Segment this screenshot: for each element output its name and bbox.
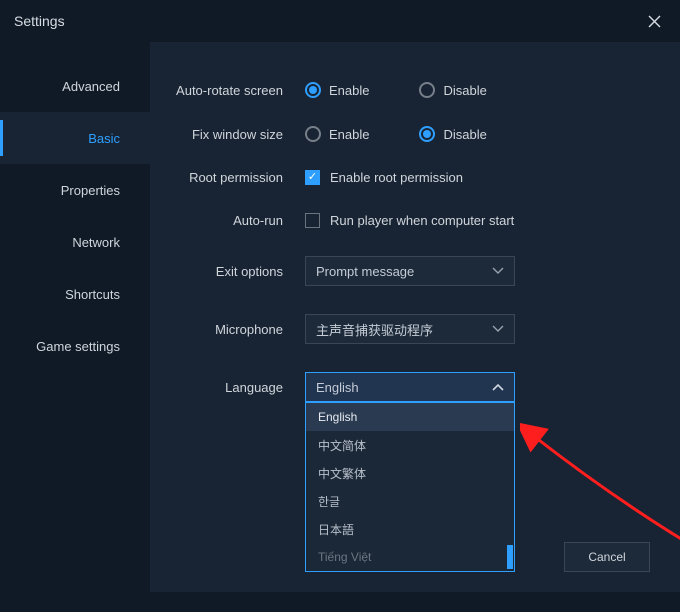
sidebar-item-label: Game settings (36, 339, 120, 354)
label-microphone: Microphone (160, 322, 305, 337)
sidebar-item-properties[interactable]: Properties (0, 164, 150, 216)
sidebar-item-label: Advanced (62, 79, 120, 94)
titlebar: Settings (0, 0, 680, 42)
select-language[interactable]: English English 中文简体 中文繁体 한글 日本語 Tiếng V… (305, 372, 515, 402)
select-microphone[interactable]: 主声音捕获驱动程序 (305, 314, 515, 344)
sidebar-item-label: Network (72, 235, 120, 250)
row-auto-rotate: Auto-rotate screen Enable Disable (160, 82, 650, 98)
window-title: Settings (14, 13, 65, 29)
dropdown-item-japanese[interactable]: 日本語 (306, 515, 514, 543)
label-root: Root permission (160, 170, 305, 185)
sidebar-item-game-settings[interactable]: Game settings (0, 320, 150, 372)
checkbox-icon (305, 213, 320, 228)
checkbox-label: Enable root permission (330, 170, 463, 185)
label-autorun: Auto-run (160, 213, 305, 228)
dropdown-item-vietnamese[interactable]: Tiếng Việt (306, 543, 514, 571)
dropdown-item-zh-simplified[interactable]: 中文简体 (306, 431, 514, 459)
radio-auto-rotate-enable[interactable]: Enable (305, 82, 369, 98)
sidebar-item-label: Basic (88, 131, 120, 146)
radio-icon (305, 126, 321, 142)
label-auto-rotate: Auto-rotate screen (160, 83, 305, 98)
dropdown-scrollbar-thumb[interactable] (507, 545, 513, 569)
radio-icon (305, 82, 321, 98)
sidebar: Advanced Basic Properties Network Shortc… (0, 42, 150, 592)
sidebar-item-advanced[interactable]: Advanced (0, 60, 150, 112)
row-fix-window: Fix window size Enable Disable (160, 126, 650, 142)
row-autorun: Auto-run Run player when computer start (160, 213, 650, 228)
radio-label: Enable (329, 83, 369, 98)
row-exit: Exit options Prompt message (160, 256, 650, 286)
checkbox-icon (305, 170, 320, 185)
row-language: Language English English 中文简体 中文繁体 한글 日本… (160, 372, 650, 402)
radio-label: Enable (329, 127, 369, 142)
chevron-down-icon (492, 267, 504, 275)
radio-fix-window-enable[interactable]: Enable (305, 126, 369, 142)
sidebar-item-basic[interactable]: Basic (0, 112, 150, 164)
checkbox-autorun[interactable]: Run player when computer start (305, 213, 514, 228)
sidebar-item-label: Properties (61, 183, 120, 198)
radio-fix-window-disable[interactable]: Disable (419, 126, 486, 142)
select-value: English (316, 380, 359, 395)
sidebar-item-network[interactable]: Network (0, 216, 150, 268)
checkbox-root[interactable]: Enable root permission (305, 170, 463, 185)
label-exit: Exit options (160, 264, 305, 279)
radio-auto-rotate-disable[interactable]: Disable (419, 82, 486, 98)
close-icon (648, 15, 661, 28)
language-dropdown: English 中文简体 中文繁体 한글 日本語 Tiếng Việt (305, 402, 515, 572)
radio-icon (419, 126, 435, 142)
label-language: Language (160, 380, 305, 395)
radio-icon (419, 82, 435, 98)
settings-panel: Auto-rotate screen Enable Disable Fix wi… (150, 42, 680, 592)
sidebar-item-shortcuts[interactable]: Shortcuts (0, 268, 150, 320)
row-root: Root permission Enable root permission (160, 170, 650, 185)
dropdown-item-zh-traditional[interactable]: 中文繁体 (306, 459, 514, 487)
checkbox-label: Run player when computer start (330, 213, 514, 228)
close-button[interactable] (642, 9, 666, 33)
select-value: 主声音捕获驱动程序 (316, 320, 433, 339)
dropdown-item-english[interactable]: English (306, 403, 514, 431)
select-exit-options[interactable]: Prompt message (305, 256, 515, 286)
radio-label: Disable (443, 83, 486, 98)
select-value: Prompt message (316, 264, 414, 279)
chevron-up-icon (492, 383, 504, 391)
dropdown-item-korean[interactable]: 한글 (306, 487, 514, 515)
chevron-down-icon (492, 325, 504, 333)
radio-label: Disable (443, 127, 486, 142)
cancel-button[interactable]: Cancel (564, 542, 650, 572)
annotation-arrow-icon (520, 422, 680, 612)
label-fix-window: Fix window size (160, 127, 305, 142)
cancel-button-label: Cancel (588, 550, 625, 564)
row-microphone: Microphone 主声音捕获驱动程序 (160, 314, 650, 344)
sidebar-item-label: Shortcuts (65, 287, 120, 302)
